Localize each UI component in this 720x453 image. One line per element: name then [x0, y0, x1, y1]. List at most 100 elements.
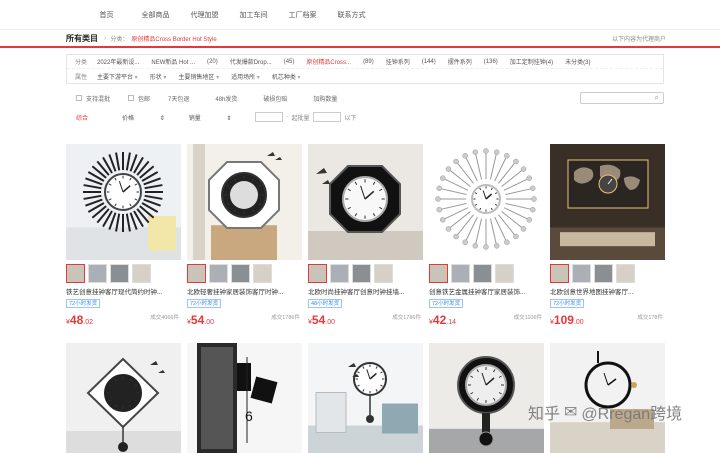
chevron-right-icon: ›: [104, 35, 106, 42]
product-image[interactable]: [308, 144, 423, 260]
shipping-badge: 72小时发货: [550, 299, 584, 308]
price-decimal: .00: [574, 319, 584, 326]
filter-option[interactable]: (45): [278, 59, 301, 65]
thumbnail[interactable]: [495, 264, 514, 283]
top-navigation: 首页 全部商品 代理加盟 加工车间 工厂档案 联系方式: [0, 0, 720, 30]
sort-sales[interactable]: 销量 ⇕: [189, 113, 232, 122]
thumbnail[interactable]: [66, 264, 85, 283]
nav-agency[interactable]: 代理加盟: [180, 10, 229, 20]
breadcrumb-current[interactable]: 原创精品Cross Border Hot Style: [131, 34, 216, 43]
product-title[interactable]: 北欧创意世界地图挂钟客厅...: [550, 286, 665, 296]
min-order-label: 起批量: [291, 113, 309, 122]
filter-option[interactable]: 摆件系列: [442, 57, 478, 66]
product-card[interactable]: [66, 343, 181, 453]
option-damage-compensation[interactable]: 破损包赔: [263, 94, 287, 103]
product-image[interactable]: [429, 144, 544, 260]
thumbnail[interactable]: [110, 264, 129, 283]
thumbnail[interactable]: [616, 264, 635, 283]
thumbnail[interactable]: [451, 264, 470, 283]
thumbnail[interactable]: [308, 264, 327, 283]
product-title[interactable]: 创意铁艺金属挂钟客厅家居装饰...: [429, 286, 544, 296]
thumbnail[interactable]: [550, 264, 569, 283]
thumbnail[interactable]: [231, 264, 250, 283]
product-card[interactable]: 北欧轻奢挂钟家居装饰客厅时钟...72小时发货 ¥ 54 .00 成交1786件: [187, 144, 302, 327]
thumbnail[interactable]: [572, 264, 591, 283]
nav-factory-profile[interactable]: 工厂档案: [278, 10, 327, 20]
filter-option[interactable]: NEW新品 Hot ...: [145, 57, 201, 66]
option-48h-ship[interactable]: 48h发货: [215, 94, 237, 103]
product-card[interactable]: 北欧创意世界地图挂钟客厅...72小时发货 ¥ 109 .00 成交178件: [550, 144, 665, 327]
product-card[interactable]: 6: [187, 343, 302, 453]
product-card[interactable]: [308, 343, 423, 453]
nav-contact[interactable]: 联系方式: [327, 10, 376, 20]
all-categories-title[interactable]: 所有类目: [66, 33, 98, 44]
filter-option[interactable]: 代发爆款Drop...: [224, 57, 278, 66]
filter-label: 属性: [67, 72, 91, 81]
product-image[interactable]: [550, 144, 665, 260]
nav-workshop[interactable]: 加工车间: [229, 10, 278, 20]
thumbnail[interactable]: [429, 264, 448, 283]
filter-option[interactable]: 机芯种类: [266, 72, 307, 81]
product-image[interactable]: [550, 343, 665, 453]
thumbnail[interactable]: [374, 264, 393, 283]
filter-option[interactable]: (144): [416, 59, 442, 65]
filter-option[interactable]: 形状: [144, 72, 173, 81]
watermark: 知乎 ✉ @Rregan跨境: [528, 400, 682, 424]
checkbox-mixed-batch[interactable]: 支持混批: [76, 94, 110, 103]
search-input[interactable]: ⌕: [580, 92, 664, 104]
nav-all-products[interactable]: 全部商品: [131, 10, 180, 20]
shipping-badge: 72小时发货: [187, 299, 221, 308]
product-image[interactable]: [66, 144, 181, 260]
nav-home[interactable]: 首页: [82, 10, 131, 20]
product-card[interactable]: [429, 343, 544, 453]
option-7day-return[interactable]: 7天包退: [168, 94, 189, 103]
filter-option[interactable]: 挂钟系列: [380, 57, 416, 66]
thumbnail[interactable]: [330, 264, 349, 283]
price-row: ¥ 48 .02 成交4066件: [66, 313, 181, 327]
checkbox-icon[interactable]: [128, 95, 134, 101]
filter-option[interactable]: (20): [201, 59, 224, 65]
price-integer: 54: [312, 313, 325, 327]
filter-option[interactable]: 主要下游平台: [91, 72, 144, 81]
breadcrumb-right-text[interactable]: 以下内容为代理商户: [612, 34, 666, 43]
product-image[interactable]: [66, 343, 181, 453]
thumbnail[interactable]: [253, 264, 272, 283]
filter-option[interactable]: 原创精品Cross...: [300, 57, 357, 66]
price-row: ¥ 54 .00 成交1786件: [308, 313, 423, 327]
filter-option[interactable]: (136): [478, 59, 504, 65]
filter-option[interactable]: (89): [357, 59, 380, 65]
sold-count: 成交178件: [637, 313, 663, 321]
product-card[interactable]: 创意铁艺金属挂钟客厅家居装饰...72小时发货 ¥ 42 .14 成交1106件: [429, 144, 544, 327]
sort-comprehensive[interactable]: 综合: [76, 113, 88, 122]
product-card[interactable]: 铁艺创意挂钟客厅现代简约时钟... 72小时发货 ¥ 48 .02 成交4066件: [66, 144, 181, 327]
filter-option[interactable]: 未分类(3): [559, 57, 596, 66]
quantity-input[interactable]: [313, 112, 341, 122]
thumbnail[interactable]: [187, 264, 206, 283]
product-card[interactable]: [550, 343, 665, 453]
thumbnail[interactable]: [132, 264, 151, 283]
thumbnail[interactable]: [473, 264, 492, 283]
price-min-input[interactable]: [255, 112, 283, 122]
product-image[interactable]: [429, 343, 544, 453]
thumbnail[interactable]: [352, 264, 371, 283]
checkbox-free-shipping[interactable]: 包邮: [128, 94, 150, 103]
option-purchase-quantity[interactable]: 加购数量: [313, 94, 337, 103]
search-icon[interactable]: ⌕: [655, 93, 659, 103]
product-image[interactable]: [187, 144, 302, 260]
product-title[interactable]: 铁艺创意挂钟客厅现代简约时钟...: [66, 286, 181, 296]
product-title[interactable]: 北欧轻奢挂钟家居装饰客厅时钟...: [187, 286, 302, 296]
product-image[interactable]: [308, 343, 423, 453]
thumbnail[interactable]: [88, 264, 107, 283]
thumbnail[interactable]: [209, 264, 228, 283]
product-card[interactable]: 北欧时尚挂钟客厅创意时钟挂墙...48小时发货 ¥ 54 .00 成交1786件: [308, 144, 423, 327]
product-title[interactable]: 北欧时尚挂钟客厅创意时钟挂墙...: [308, 286, 423, 296]
filter-option[interactable]: 主要销售地区: [172, 72, 225, 81]
badge-row: 72小时发货: [66, 299, 181, 308]
checkbox-icon[interactable]: [76, 95, 82, 101]
filter-option[interactable]: 适用场所: [225, 72, 266, 81]
product-image[interactable]: 6: [187, 343, 302, 453]
sort-price[interactable]: 价格 ⇕: [122, 113, 165, 122]
filter-option[interactable]: 2022年最新设...: [91, 57, 145, 66]
filter-option[interactable]: 加工定制挂钟(4): [504, 57, 559, 66]
thumbnail[interactable]: [594, 264, 613, 283]
